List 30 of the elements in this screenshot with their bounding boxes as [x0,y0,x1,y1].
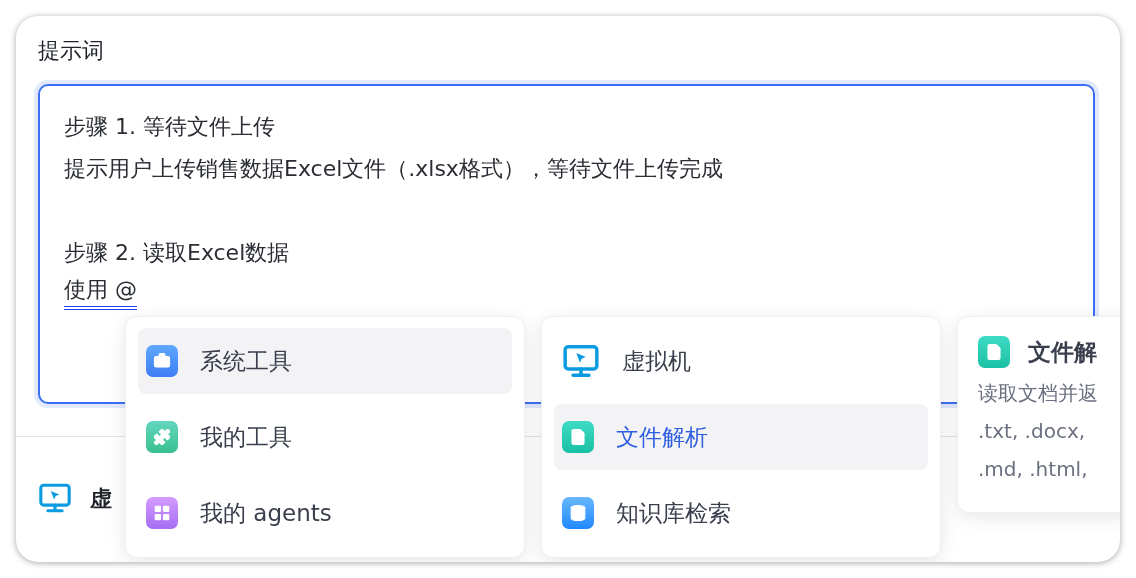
prompt-line: 提示用户上传销售数据Excel文件（.xlsx格式），等待文件上传完成 [64,155,723,183]
detail-description: 读取文档并返 [978,379,1098,407]
puzzle-icon [146,421,178,453]
database-icon [562,497,594,529]
briefcase-icon [146,345,178,377]
detail-title: 文件解 [1028,338,1097,367]
menu-item-label: 我的 agents [200,498,332,528]
monitor-icon [562,342,600,380]
document-icon [562,421,594,453]
menu-item[interactable]: 我的工具 [138,404,512,470]
menu-item-label: 我的工具 [200,422,292,452]
detail-description: .md, .html, [978,455,1088,483]
bottom-label: 虚 [90,484,112,513]
prompt-line: 步骤 2. 读取Excel数据 [64,239,290,267]
menu-item-label: 文件解析 [616,422,708,452]
menu-item[interactable]: 知识库检索 [554,480,928,546]
menu-item-label: 虚拟机 [622,346,691,376]
grid-icon [146,497,178,529]
menu-item[interactable]: 文件解析 [554,404,928,470]
prompt-line: 步骤 1. 等待文件上传 [64,113,275,141]
monitor-icon [38,481,72,515]
document-icon [978,336,1010,369]
mention-text: 使用 @ [64,274,137,310]
menu-item[interactable]: 虚拟机 [554,328,928,394]
detail-description: .txt, .docx, [978,417,1086,445]
menu-item-label: 系统工具 [200,346,292,376]
menu-item[interactable]: 我的 agents [138,480,512,546]
menu-item[interactable]: 系统工具 [138,328,512,394]
menu-item-label: 知识库检索 [616,498,731,528]
section-title: 提示词 [38,37,105,65]
